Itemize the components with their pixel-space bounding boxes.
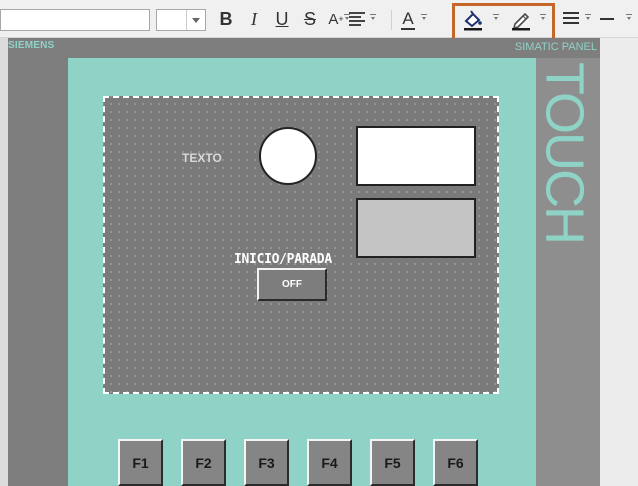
superscript-mark: +	[338, 14, 344, 24]
superscript-button[interactable]: A +	[326, 7, 346, 31]
font-color-menu-caret[interactable]	[421, 14, 427, 22]
font-name-field[interactable]	[0, 9, 150, 31]
format-toolbar: B I U S A + A	[0, 0, 638, 41]
off-button[interactable]: OFF	[257, 268, 327, 301]
line-width-menu-caret[interactable]	[626, 14, 632, 22]
italic-button[interactable]: I	[244, 7, 264, 31]
underline-button[interactable]: U	[272, 7, 292, 31]
f3-key[interactable]: F3	[244, 439, 289, 486]
line-width-icon[interactable]	[600, 18, 614, 20]
workspace-left-border	[0, 38, 8, 486]
superscript-base: A	[328, 10, 339, 28]
indicator-circle[interactable]	[259, 127, 317, 185]
workspace-right-margin	[600, 38, 638, 486]
fill-color-menu-caret[interactable]	[493, 14, 499, 22]
touch-label-text: TOUCH	[541, 62, 591, 243]
io-field-white[interactable]	[356, 126, 476, 186]
f6-key[interactable]: F6	[433, 439, 478, 486]
f5-key[interactable]: F5	[370, 439, 415, 486]
line-color-icon[interactable]	[510, 9, 532, 31]
f1-key[interactable]: F1	[118, 439, 163, 486]
io-field-gray[interactable]	[356, 198, 476, 258]
toolbar-separator	[391, 10, 392, 30]
text-field-label[interactable]: TEXTO	[182, 151, 222, 165]
start-stop-label[interactable]: INICIO/PARADA	[234, 252, 332, 267]
line-color-menu-caret[interactable]	[540, 14, 546, 22]
font-color-button[interactable]: A	[399, 7, 417, 31]
siemens-logo: SIEMENS	[8, 40, 55, 51]
line-style-menu-caret[interactable]	[585, 14, 591, 22]
align-menu-caret[interactable]	[370, 14, 376, 22]
chevron-down-icon[interactable]	[186, 10, 205, 30]
bold-button[interactable]: B	[216, 7, 236, 31]
panel-model-label: SIMATIC PANEL	[514, 41, 597, 53]
line-style-icon[interactable]	[563, 12, 579, 26]
strikethrough-button[interactable]: S	[300, 7, 320, 31]
align-icon[interactable]	[349, 12, 365, 26]
f2-key[interactable]: F2	[181, 439, 226, 486]
fill-color-icon[interactable]	[462, 9, 484, 31]
touch-label: TOUCH	[541, 62, 591, 243]
f4-key[interactable]: F4	[307, 439, 352, 486]
